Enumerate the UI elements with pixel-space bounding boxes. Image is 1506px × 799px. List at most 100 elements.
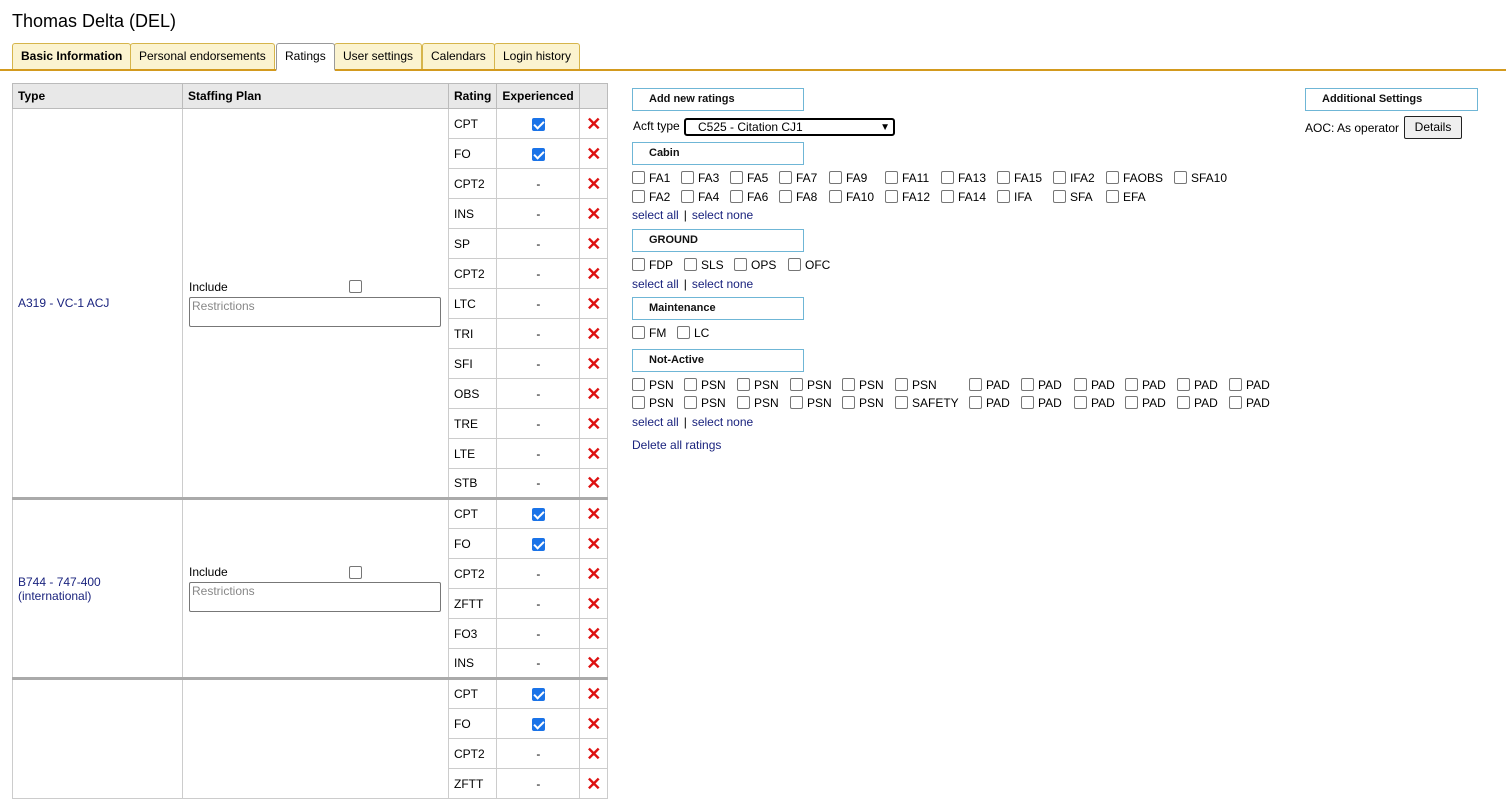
delete-x-icon[interactable]: ✕ — [586, 385, 601, 403]
rating-option[interactable]: FA12 — [885, 189, 930, 205]
rating-option[interactable]: PSN — [737, 395, 779, 411]
rating-checkbox[interactable] — [677, 326, 690, 340]
rating-checkbox[interactable] — [790, 396, 803, 410]
delete-x-icon[interactable]: ✕ — [586, 205, 601, 223]
delete-x-icon[interactable]: ✕ — [586, 325, 601, 343]
rating-checkbox[interactable] — [829, 190, 842, 204]
delete-x-icon[interactable]: ✕ — [586, 295, 601, 313]
tab-calendars[interactable]: Calendars — [422, 43, 495, 69]
select-all-link[interactable]: select all — [632, 415, 679, 429]
rating-option[interactable]: FDP — [632, 257, 673, 273]
rating-checkbox[interactable] — [737, 378, 750, 392]
tab-user-settings[interactable]: User settings — [334, 43, 423, 69]
rating-option[interactable]: PAD — [1074, 377, 1115, 393]
delete-x-icon[interactable]: ✕ — [586, 445, 601, 463]
rating-checkbox[interactable] — [997, 171, 1010, 185]
rating-option[interactable]: FA6 — [730, 189, 768, 205]
rating-option[interactable]: FA10 — [829, 189, 874, 205]
rating-option[interactable]: OPS — [734, 257, 776, 273]
rating-option[interactable]: PSN — [790, 377, 832, 393]
select-none-link[interactable]: select none — [692, 208, 753, 222]
rating-checkbox[interactable] — [681, 171, 694, 185]
delete-x-icon[interactable]: ✕ — [586, 415, 601, 433]
acft-type-select[interactable]: C525 - Citation CJ1 ▼ — [684, 118, 895, 136]
rating-checkbox[interactable] — [632, 326, 645, 340]
rating-checkbox[interactable] — [632, 258, 645, 272]
rating-option[interactable]: FA14 — [941, 189, 986, 205]
rating-checkbox[interactable] — [779, 190, 792, 204]
rating-option[interactable]: IFA2 — [1053, 170, 1095, 186]
rating-checkbox[interactable] — [895, 378, 908, 392]
rating-option[interactable]: PSN — [842, 395, 884, 411]
rating-option[interactable]: PAD — [1021, 377, 1062, 393]
delete-x-icon[interactable]: ✕ — [586, 355, 601, 373]
rating-option[interactable]: SFA — [1053, 189, 1093, 205]
rating-option[interactable]: EFA — [1106, 189, 1146, 205]
restrictions-textarea[interactable]: Restrictions — [189, 296, 441, 327]
rating-checkbox[interactable] — [1177, 378, 1190, 392]
tab-ratings[interactable]: Ratings — [276, 43, 335, 71]
rating-option[interactable]: LC — [677, 325, 709, 341]
rating-option[interactable]: FA9 — [829, 170, 867, 186]
rating-checkbox[interactable] — [997, 190, 1010, 204]
rating-option[interactable]: OFC — [788, 257, 830, 273]
rating-checkbox[interactable] — [969, 396, 982, 410]
rating-checkbox[interactable] — [1021, 396, 1034, 410]
delete-x-icon[interactable]: ✕ — [586, 654, 601, 672]
delete-x-icon[interactable]: ✕ — [586, 145, 601, 163]
rating-option[interactable]: PAD — [1125, 377, 1166, 393]
rating-checkbox[interactable] — [829, 171, 842, 185]
rating-checkbox[interactable] — [1021, 378, 1034, 392]
rating-checkbox[interactable] — [1177, 396, 1190, 410]
rating-checkbox[interactable] — [1106, 190, 1119, 204]
rating-checkbox[interactable] — [1125, 396, 1138, 410]
rating-option[interactable]: FA1 — [632, 170, 670, 186]
rating-option[interactable]: PSN — [632, 395, 674, 411]
rating-option[interactable]: FAOBS — [1106, 170, 1163, 186]
rating-checkbox[interactable] — [895, 396, 908, 410]
rating-option[interactable]: PAD — [1229, 377, 1270, 393]
rating-option[interactable]: FA15 — [997, 170, 1042, 186]
rating-checkbox[interactable] — [737, 396, 750, 410]
delete-x-icon[interactable]: ✕ — [586, 235, 601, 253]
delete-x-icon[interactable]: ✕ — [586, 625, 601, 643]
delete-x-icon[interactable]: ✕ — [586, 265, 601, 283]
rating-checkbox[interactable] — [788, 258, 801, 272]
rating-checkbox[interactable] — [1053, 190, 1066, 204]
rating-checkbox[interactable] — [1229, 378, 1242, 392]
rating-option[interactable]: PAD — [1229, 395, 1270, 411]
experienced-checkbox[interactable] — [531, 717, 545, 731]
rating-checkbox[interactable] — [681, 190, 694, 204]
rating-option[interactable]: FA11 — [885, 170, 929, 186]
rating-checkbox[interactable] — [842, 378, 855, 392]
rating-option[interactable]: PSN — [684, 377, 726, 393]
rating-option[interactable]: FM — [632, 325, 666, 341]
rating-option[interactable]: PAD — [969, 377, 1010, 393]
rating-option[interactable]: PAD — [1074, 395, 1115, 411]
delete-x-icon[interactable]: ✕ — [586, 565, 601, 583]
experienced-checkbox[interactable] — [531, 537, 545, 551]
delete-x-icon[interactable]: ✕ — [586, 505, 601, 523]
rating-checkbox[interactable] — [632, 396, 645, 410]
experienced-checkbox[interactable] — [531, 147, 545, 161]
rating-checkbox[interactable] — [1074, 396, 1087, 410]
rating-checkbox[interactable] — [734, 258, 747, 272]
rating-option[interactable]: PAD — [1177, 377, 1218, 393]
rating-checkbox[interactable] — [842, 396, 855, 410]
rating-option[interactable]: FA13 — [941, 170, 986, 186]
rating-option[interactable]: FA7 — [779, 170, 817, 186]
rating-option[interactable]: FA2 — [632, 189, 670, 205]
rating-option[interactable]: PSN — [737, 377, 779, 393]
rating-checkbox[interactable] — [1106, 171, 1119, 185]
delete-x-icon[interactable]: ✕ — [586, 175, 601, 193]
delete-x-icon[interactable]: ✕ — [586, 745, 601, 763]
rating-option[interactable]: PAD — [969, 395, 1010, 411]
rating-checkbox[interactable] — [941, 171, 954, 185]
rating-checkbox[interactable] — [1229, 396, 1242, 410]
rating-checkbox[interactable] — [1053, 171, 1066, 185]
rating-checkbox[interactable] — [1125, 378, 1138, 392]
rating-option[interactable]: PSN — [632, 377, 674, 393]
experienced-checkbox[interactable] — [531, 688, 545, 702]
select-all-link[interactable]: select all — [632, 208, 679, 222]
rating-checkbox[interactable] — [885, 171, 898, 185]
